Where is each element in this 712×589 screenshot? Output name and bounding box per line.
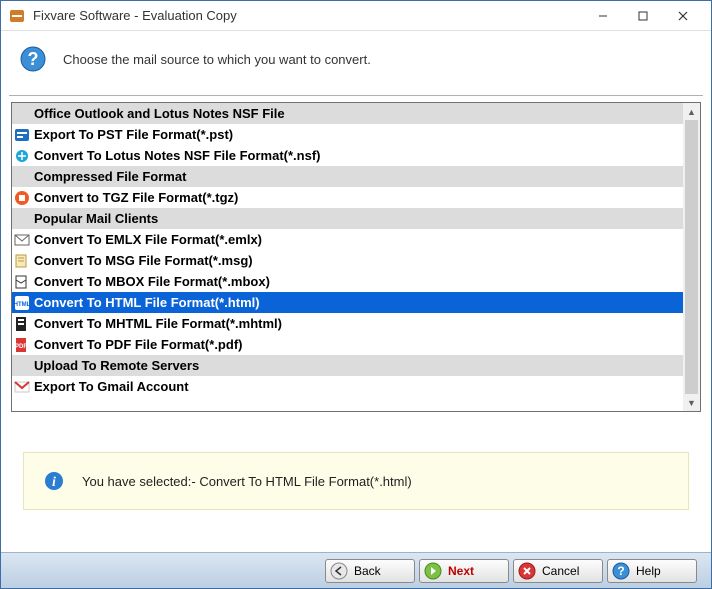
svg-text:?: ? [28,49,39,69]
item-label: Convert To Lotus Notes NSF File Format(*… [34,148,321,163]
item-label: Convert To HTML File Format(*.html) [34,295,260,310]
footer-bar: Back Next Cancel ? Help [1,552,711,588]
scroll-up-button[interactable]: ▲ [683,103,700,120]
list-item[interactable]: Convert To MSG File Format(*.msg) [12,250,683,271]
pdf-icon: PDF [14,337,30,353]
app-icon [9,8,25,24]
cancel-label: Cancel [542,564,579,578]
scroll-down-button[interactable]: ▼ [683,394,700,411]
scroll-track[interactable] [683,120,700,394]
svg-text:HTML: HTML [14,302,30,308]
emlx-icon [14,232,30,248]
spacer-icon [14,169,30,185]
list-item[interactable]: PDF Convert To PDF File Format(*.pdf) [12,334,683,355]
header-label: Popular Mail Clients [34,211,158,226]
mhtml-icon [14,316,30,332]
mbox-icon [14,274,30,290]
list-item[interactable]: HTML Convert To HTML File Format(*.html) [12,292,683,313]
list-item[interactable]: Export To PST File Format(*.pst) [12,124,683,145]
status-panel: i You have selected:- Convert To HTML Fi… [23,452,689,510]
pst-icon [14,127,30,143]
list-item[interactable]: Export To Gmail Account [12,376,683,397]
list-item[interactable]: Convert To EMLX File Format(*.emlx) [12,229,683,250]
window-title: Fixvare Software - Evaluation Copy [33,8,583,23]
divider [9,95,703,96]
header-label: Office Outlook and Lotus Notes NSF File [34,106,285,121]
msg-icon [14,253,30,269]
back-label: Back [354,564,381,578]
list-header: Office Outlook and Lotus Notes NSF File [12,103,683,124]
gmail-icon [14,379,30,395]
prompt-area: ? Choose the mail source to which you wa… [1,31,711,95]
svg-text:PDF: PDF [15,344,27,350]
html-icon: HTML [14,295,30,311]
back-button[interactable]: Back [325,559,415,583]
help-button[interactable]: ? Help [607,559,697,583]
help-icon: ? [612,562,630,580]
tgz-icon [14,190,30,206]
format-list: Office Outlook and Lotus Notes NSF File E… [11,102,701,412]
item-label: Convert To MSG File Format(*.msg) [34,253,253,268]
next-button[interactable]: Next [419,559,509,583]
close-button[interactable] [663,1,703,31]
scrollbar[interactable]: ▲ ▼ [683,103,700,411]
list-header: Compressed File Format [12,166,683,187]
list-item[interactable]: Convert To MBOX File Format(*.mbox) [12,271,683,292]
back-icon [330,562,348,580]
item-label: Export To PST File Format(*.pst) [34,127,233,142]
header-label: Upload To Remote Servers [34,358,199,373]
item-label: Convert To MHTML File Format(*.mhtml) [34,316,282,331]
next-icon [424,562,442,580]
svg-text:i: i [52,475,56,490]
list-item[interactable]: Convert To Lotus Notes NSF File Format(*… [12,145,683,166]
list-item[interactable]: Convert To MHTML File Format(*.mhtml) [12,313,683,334]
next-label: Next [448,564,474,578]
spacer-icon [14,211,30,227]
nsf-icon [14,148,30,164]
list-item[interactable]: Convert to TGZ File Format(*.tgz) [12,187,683,208]
spacer-icon [14,106,30,122]
item-label: Convert to TGZ File Format(*.tgz) [34,190,238,205]
question-icon: ? [19,45,47,73]
list-header: Upload To Remote Servers [12,355,683,376]
svg-text:?: ? [617,564,624,578]
cancel-button[interactable]: Cancel [513,559,603,583]
item-label: Convert To MBOX File Format(*.mbox) [34,274,270,289]
spacer-icon [14,358,30,374]
maximize-button[interactable] [623,1,663,31]
cancel-icon [518,562,536,580]
item-label: Convert To PDF File Format(*.pdf) [34,337,242,352]
scroll-thumb[interactable] [685,120,698,394]
titlebar: Fixvare Software - Evaluation Copy [1,1,711,31]
help-label: Help [636,564,661,578]
item-label: Convert To EMLX File Format(*.emlx) [34,232,262,247]
info-icon: i [44,471,64,491]
header-label: Compressed File Format [34,169,186,184]
minimize-button[interactable] [583,1,623,31]
list-header: Popular Mail Clients [12,208,683,229]
item-label: Export To Gmail Account [34,379,189,394]
status-text: You have selected:- Convert To HTML File… [82,474,412,489]
prompt-text: Choose the mail source to which you want… [63,52,371,67]
